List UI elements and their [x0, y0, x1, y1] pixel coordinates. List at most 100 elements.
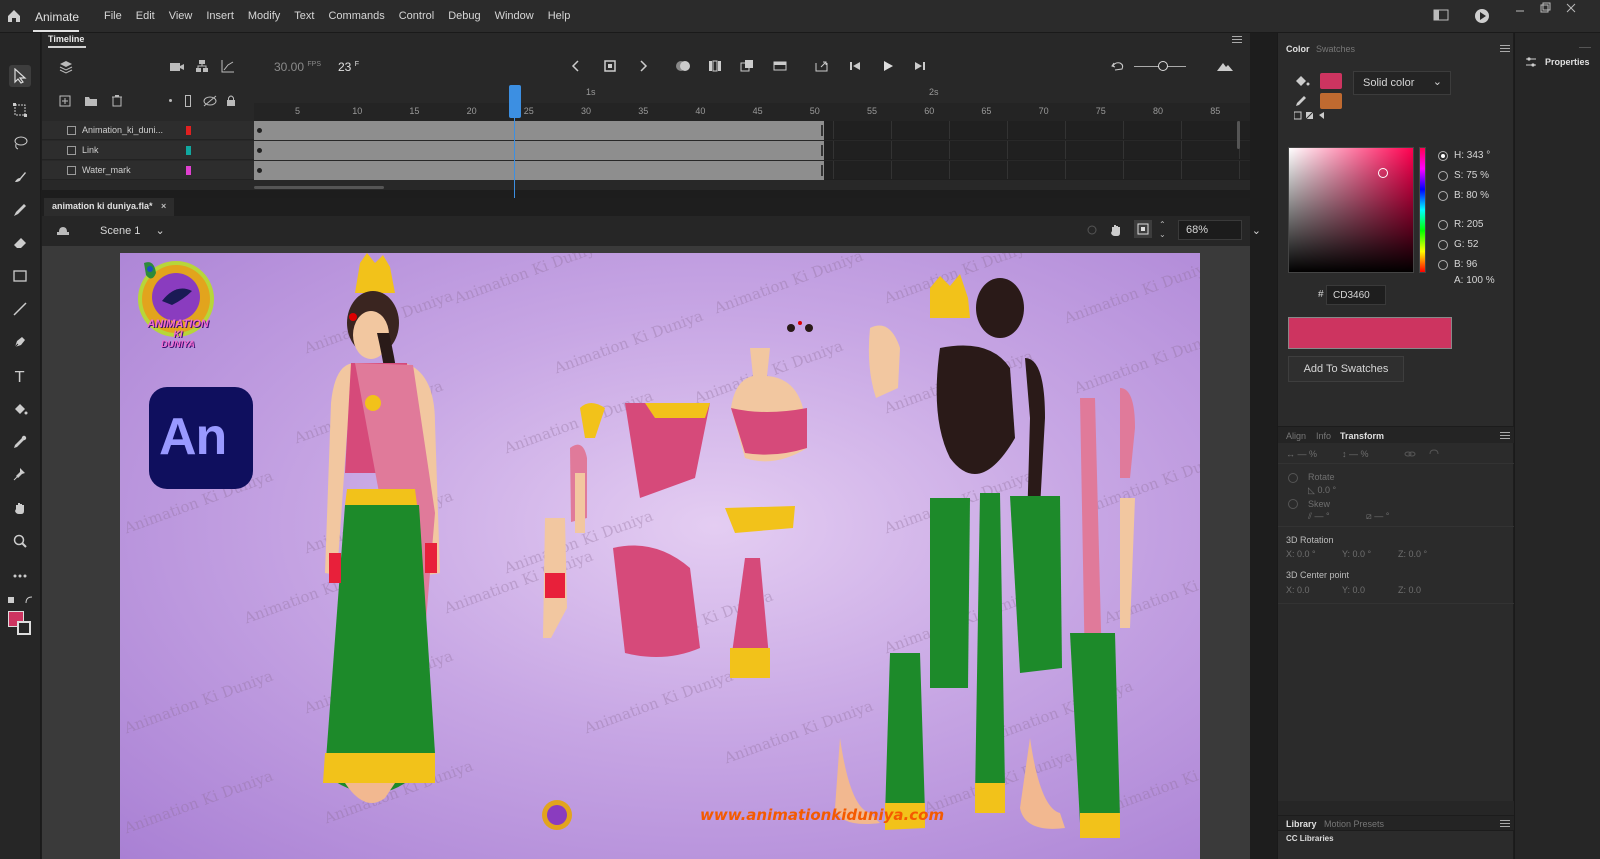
tab-color[interactable]: Color	[1286, 44, 1310, 54]
current-frame-display[interactable]: 23 F	[338, 60, 359, 74]
menu-window[interactable]: Window	[495, 10, 534, 22]
width-scale[interactable]: ↔ — %	[1286, 449, 1317, 459]
menu-debug[interactable]: Debug	[448, 10, 480, 22]
tab-library[interactable]: Library	[1286, 819, 1317, 829]
tab-info[interactable]: Info	[1316, 431, 1331, 441]
fill-color-swatch[interactable]	[17, 621, 31, 635]
green-value[interactable]: 52	[1467, 239, 1478, 250]
zoom-input[interactable]: 68% ⌄	[1178, 220, 1261, 240]
panel-menu-icon[interactable]	[1232, 36, 1242, 44]
onion-skin-icon[interactable]	[675, 59, 691, 73]
fill-bucket-icon[interactable]	[1294, 74, 1310, 88]
red-value[interactable]: 205	[1467, 219, 1484, 230]
play-icon[interactable]	[881, 59, 895, 73]
fill-type-dropdown[interactable]: Solid color ⌄	[1353, 71, 1451, 95]
timeline-tab[interactable]: Timeline	[48, 34, 84, 44]
new-folder-icon[interactable]	[84, 95, 98, 107]
workspace-icon[interactable]	[1433, 8, 1449, 22]
free-transform-tool-icon[interactable]	[9, 99, 31, 121]
constrain-icon[interactable]	[1404, 449, 1416, 459]
lasso-tool-icon[interactable]	[9, 132, 31, 154]
tab-transform[interactable]: Transform	[1340, 431, 1384, 441]
graph-icon[interactable]	[221, 59, 235, 73]
loop-icon[interactable]	[773, 59, 787, 73]
radio-brightness[interactable]	[1438, 191, 1448, 201]
swap-colors-icon[interactable]	[8, 595, 34, 605]
paint-bucket-tool-icon[interactable]	[9, 398, 31, 420]
radio-skew[interactable]	[1288, 499, 1298, 509]
layer-frames[interactable]	[254, 121, 1250, 140]
rot3d-y[interactable]: 0.0 °	[1353, 549, 1372, 559]
eraser-tool-icon[interactable]	[9, 231, 31, 253]
playhead[interactable]	[509, 85, 521, 118]
stage[interactable]: Animation Ki Duniya Animation Ki Duniya An…	[120, 253, 1200, 859]
stroke-color-swatch-panel[interactable]	[1320, 73, 1342, 89]
menu-file[interactable]: File	[104, 10, 122, 22]
timeline-ruler[interactable]: 5 10 15 20 25 30 35 40 45 50 55 60 65 70 75 80 85 1s 2s	[254, 87, 1250, 121]
center-z[interactable]: 0.0	[1409, 585, 1422, 595]
layer-row[interactable]: Animation_ki_duni...	[42, 121, 254, 140]
properties-icon[interactable]	[1525, 56, 1537, 68]
layer-color-swatch[interactable]	[186, 126, 191, 135]
export-icon[interactable]	[814, 59, 830, 73]
keyframe[interactable]	[257, 168, 262, 173]
height-scale[interactable]: ↕ — %	[1342, 449, 1369, 459]
radio-blue[interactable]	[1438, 260, 1448, 270]
parent-view-icon[interactable]	[195, 59, 209, 73]
rotate-stage-icon[interactable]	[1108, 222, 1124, 238]
menu-edit[interactable]: Edit	[136, 10, 155, 22]
timeline-zoom-thumb[interactable]	[1158, 61, 1168, 71]
blue-value[interactable]: 96	[1466, 259, 1477, 270]
keyframe[interactable]	[257, 128, 262, 133]
fps-display[interactable]: 30.00 FPS	[274, 60, 321, 74]
menu-modify[interactable]: Modify	[248, 10, 280, 22]
prev-keyframe-icon[interactable]	[569, 59, 583, 73]
delete-layer-icon[interactable]	[111, 94, 123, 107]
zoom-tool-icon[interactable]	[9, 530, 31, 552]
selection-tool-icon[interactable]	[9, 65, 31, 87]
add-to-swatches-button[interactable]: Add To Swatches	[1288, 356, 1404, 382]
pen-tool-icon[interactable]	[9, 331, 31, 353]
layers-icon[interactable]	[58, 59, 74, 75]
restore-icon[interactable]	[1539, 2, 1551, 14]
tab-cc-libraries[interactable]: CC Libraries	[1286, 834, 1334, 843]
character-assembled[interactable]	[285, 253, 475, 813]
brush-tool-icon[interactable]	[9, 166, 31, 188]
paint-brush-tool-icon[interactable]	[9, 199, 31, 221]
menu-control[interactable]: Control	[399, 10, 434, 22]
character-parts-left[interactable]	[525, 308, 825, 708]
more-tools-icon[interactable]	[9, 565, 31, 587]
layer-frames[interactable]	[254, 161, 1250, 180]
reset-icon[interactable]	[1428, 449, 1440, 459]
scene-selector[interactable]: Scene 1 ⌄	[100, 224, 165, 237]
radio-rotate[interactable]	[1288, 473, 1298, 483]
keyframe[interactable]	[257, 148, 262, 153]
brand-logo-small[interactable]	[540, 798, 574, 832]
text-tool-icon[interactable]: T	[9, 365, 31, 387]
fill-color-swatch-panel[interactable]	[1320, 93, 1342, 109]
brand-logo[interactable]: ANIMATION KI DUNIYA	[132, 257, 220, 351]
tab-swatches[interactable]: Swatches	[1316, 44, 1355, 54]
layer-color-swatch[interactable]	[186, 166, 191, 175]
step-forward-icon[interactable]	[913, 59, 927, 73]
step-back-icon[interactable]	[848, 59, 862, 73]
outline-icon[interactable]	[185, 95, 191, 107]
color-mode-icons[interactable]	[1294, 111, 1330, 121]
rotate-value[interactable]: ◺ 0.0 °	[1308, 485, 1336, 496]
zoom-stepper[interactable]: ⌃ ⌄	[1159, 220, 1166, 240]
edit-multiple-frames-icon[interactable]	[708, 59, 722, 73]
menu-help[interactable]: Help	[548, 10, 571, 22]
rot3d-x[interactable]: 0.0 °	[1297, 549, 1316, 559]
saturation-value[interactable]: 75 %	[1466, 170, 1489, 181]
skew-h-value[interactable]: ⫽ — °	[1308, 511, 1330, 522]
brightness-value[interactable]: 80 %	[1466, 190, 1489, 201]
color-picker-cursor[interactable]	[1378, 168, 1388, 178]
character-parts-right[interactable]	[830, 268, 1180, 858]
camera-icon[interactable]	[169, 61, 185, 73]
hand-tool-icon[interactable]	[9, 497, 31, 519]
color-panel-menu-icon[interactable]	[1500, 45, 1510, 53]
tab-motion-presets[interactable]: Motion Presets	[1324, 819, 1384, 829]
rot3d-z[interactable]: 0.0 °	[1409, 549, 1428, 559]
website-url[interactable]: www.animationkiduniya.com	[700, 806, 944, 824]
clip-stage-icon[interactable]	[1134, 220, 1152, 238]
